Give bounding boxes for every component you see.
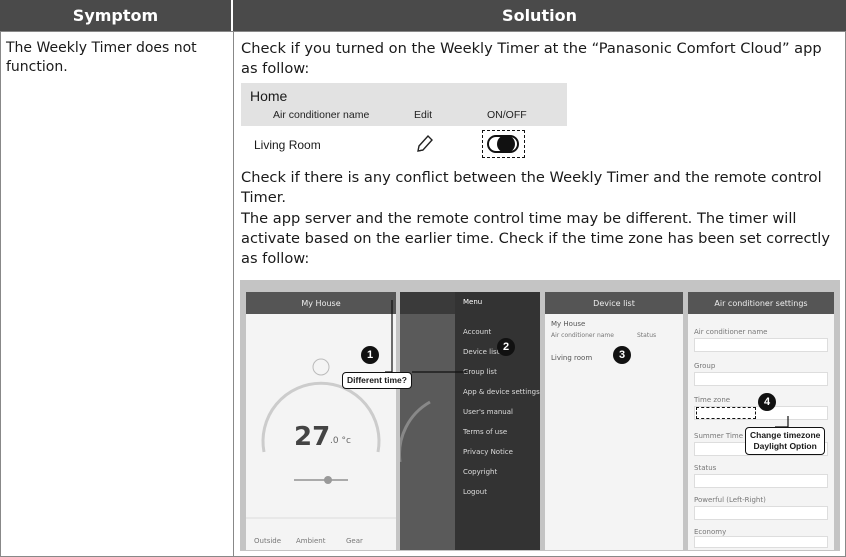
app-screenshot-collage: My House 27 .0 °c Outside Ambient Gear M… [240,280,840,551]
callout-line-1: Change timezone [750,430,821,440]
step-badge-4: 4 [758,393,776,411]
col-on-off: ON/OFF [487,109,527,121]
pencil-icon[interactable] [414,133,434,155]
col-edit: Edit [414,109,433,121]
symptom-text: The Weekly Timer does not function. [6,40,197,75]
annotation-lines [385,300,789,428]
step-badge-3: 3 [613,346,631,364]
home-panel: Home Air conditioner name Edit ON/OFF Li… [241,83,567,167]
col-air-conditioner-name: Air conditioner name [273,109,370,121]
home-title: Home [250,88,288,104]
callout-line-2: Daylight Option [753,441,817,451]
solution-header: Solution [233,0,846,31]
room-name: Living Room [254,138,321,152]
solution-para-2: Check if there is any conflict between t… [241,169,822,206]
symptom-header: Symptom [0,0,233,31]
toggle-knob [497,135,515,153]
solution-para-3: The app server and the remote control ti… [241,210,830,267]
step-badge-2: 2 [497,338,515,356]
column-divider [233,31,234,557]
solution-para-1: Check if you turned on the Weekly Timer … [241,40,822,77]
callout-different-time: Different time? [342,372,412,389]
callout-change-timezone: Change timezone Daylight Option [745,427,826,455]
troubleshooting-table: Symptom Solution The Weekly Timer does n… [0,0,846,557]
step-badge-1: 1 [361,346,379,364]
